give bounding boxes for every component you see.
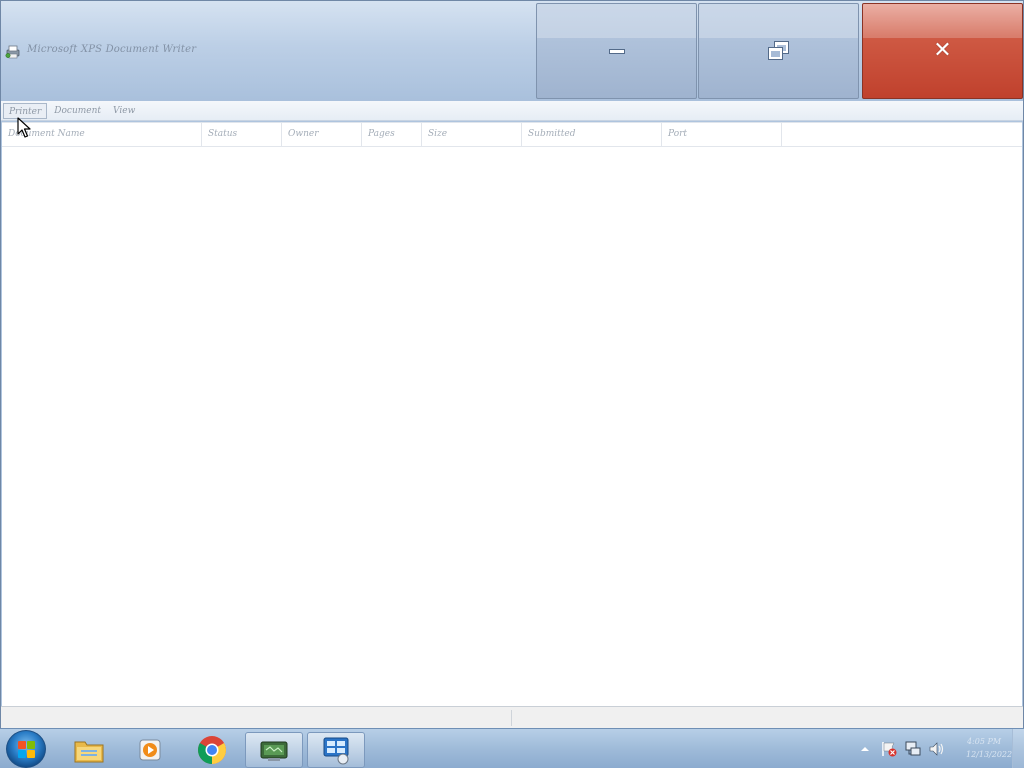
menu-bar: Printer Document View bbox=[1, 101, 1023, 121]
close-icon: ✕ bbox=[933, 38, 952, 63]
volume-icon[interactable] bbox=[928, 740, 946, 758]
column-filler bbox=[782, 123, 1022, 147]
chrome-icon bbox=[198, 736, 226, 764]
print-queue-window: Microsoft XPS Document Writer ✕ Printer … bbox=[0, 0, 1024, 728]
restore-icon bbox=[767, 41, 789, 60]
menu-view[interactable]: View bbox=[108, 103, 140, 119]
button-highlight bbox=[863, 4, 1022, 38]
button-highlight bbox=[537, 4, 696, 38]
network-icon[interactable] bbox=[904, 740, 922, 758]
devices-printers-button[interactable] bbox=[245, 732, 303, 768]
action-center-flag-icon[interactable] bbox=[880, 740, 898, 758]
mouse-cursor-icon bbox=[17, 117, 31, 138]
column-document-name[interactable]: Document Name bbox=[2, 123, 202, 147]
print-queue-icon bbox=[323, 737, 349, 765]
printer-icon bbox=[5, 45, 20, 59]
windows-explorer-icon bbox=[74, 741, 104, 763]
windows-explorer-button[interactable] bbox=[60, 732, 118, 768]
clock-time: 4:05 PM bbox=[966, 737, 1002, 746]
media-player-icon bbox=[139, 739, 161, 761]
print-queue-list[interactable]: Document Name Status Owner Pages Size Su… bbox=[2, 122, 1022, 706]
status-bar bbox=[1, 706, 1023, 728]
system-tray bbox=[858, 729, 946, 768]
button-highlight bbox=[699, 4, 858, 38]
column-header-row: Document Name Status Owner Pages Size Su… bbox=[2, 123, 1022, 147]
column-submitted[interactable]: Submitted bbox=[522, 123, 662, 147]
column-owner[interactable]: Owner bbox=[282, 123, 362, 147]
column-pages[interactable]: Pages bbox=[362, 123, 422, 147]
taskbar: 4:05 PM 12/13/2022 bbox=[0, 728, 1024, 768]
restore-button[interactable] bbox=[698, 3, 859, 99]
taskbar-clock[interactable]: 4:05 PM 12/13/2022 bbox=[966, 735, 1013, 761]
windows-start-orb[interactable] bbox=[6, 730, 46, 768]
column-size[interactable]: Size bbox=[422, 123, 522, 147]
clock-date: 12/13/2022 bbox=[966, 750, 1013, 759]
devices-printers-icon bbox=[260, 741, 288, 761]
minimize-button[interactable] bbox=[536, 3, 697, 99]
show-hidden-icons-arrow[interactable] bbox=[858, 742, 872, 756]
print-queue-button[interactable] bbox=[307, 732, 365, 768]
title-bar[interactable]: Microsoft XPS Document Writer ✕ bbox=[1, 1, 1023, 101]
media-player-button[interactable] bbox=[121, 732, 179, 768]
column-port[interactable]: Port bbox=[662, 123, 782, 147]
menu-document[interactable]: Document bbox=[49, 103, 106, 119]
windows-logo-icon bbox=[18, 741, 36, 759]
close-button[interactable]: ✕ bbox=[862, 3, 1023, 99]
minimize-icon bbox=[608, 48, 625, 54]
column-status[interactable]: Status bbox=[202, 123, 282, 147]
status-separator bbox=[511, 710, 512, 726]
window-title: Microsoft XPS Document Writer bbox=[27, 44, 197, 55]
show-desktop-button[interactable] bbox=[1012, 729, 1024, 768]
chrome-button[interactable] bbox=[183, 732, 241, 768]
